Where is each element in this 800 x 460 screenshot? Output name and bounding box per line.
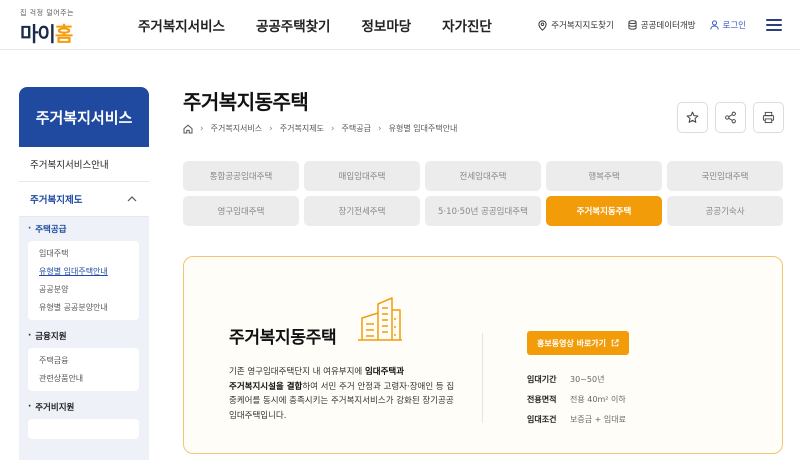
bullet-icon: ·	[28, 402, 32, 412]
sidebar-title: 주거복지서비스	[19, 87, 149, 147]
sidebar: 주거복지서비스 주거복지서비스안내 주거복지제도 · 주택공급 임대주택 유형별 …	[19, 87, 149, 460]
sidebar-sublist	[28, 419, 139, 439]
tab-public-dormitory[interactable]: 공공기숙사	[667, 196, 783, 226]
info-label: 임대조건	[527, 414, 557, 424]
tab-integrated-public-rental[interactable]: 통합공공임대주택	[183, 161, 299, 191]
housing-info-list: 임대기간 30~50년 전용면적 전용 40m² 이하 임대조건 보증금 + 임…	[527, 369, 626, 429]
card-title: 주거복지동주택	[229, 328, 337, 348]
sidebar-item-service-guide[interactable]: 주거복지서비스안내	[19, 147, 149, 182]
breadcrumb-separator: ›	[200, 123, 204, 134]
info-value: 30~50년	[570, 374, 605, 384]
external-link-icon	[611, 339, 619, 347]
sidebar-sublist: 주택금융 관련상품안내	[28, 348, 139, 391]
sidebar-item-welfare-system-label: 주거복지제도	[30, 195, 83, 206]
nav-info-board[interactable]: 정보마당	[361, 15, 411, 35]
map-pin-icon	[538, 19, 547, 31]
info-row-rental-terms: 임대조건 보증금 + 임대료	[527, 409, 626, 429]
housing-map-link[interactable]: 주거복지지도찾기	[538, 19, 614, 31]
desc-highlight: 주거복지시설을 결합	[229, 381, 303, 392]
nav-self-diagnosis[interactable]: 자가진단	[442, 15, 492, 35]
share-button[interactable]	[715, 102, 746, 133]
sidebar-item-welfare-system[interactable]: 주거복지제도	[19, 182, 149, 217]
main-nav: 주거복지서비스 공공주택찾기 정보마당 자가진단	[138, 0, 523, 50]
tab-happy-housing[interactable]: 행복주택	[546, 161, 662, 191]
sidebar-subitem-public-sale-types[interactable]: 유형별 공공분양안내	[39, 298, 139, 316]
breadcrumb-separator: ›	[269, 123, 273, 134]
logo-text-home: 홈	[54, 22, 73, 46]
card-divider	[482, 333, 483, 423]
sidebar-group-label: 주거비지원	[35, 403, 75, 413]
bullet-icon: ·	[28, 331, 32, 341]
bullet-icon: ·	[28, 224, 32, 234]
sidebar-subitem-related-products[interactable]: 관련상품안내	[39, 369, 139, 387]
info-value: 전용 40m² 이하	[570, 394, 626, 404]
tab-5-10-50-year-rental[interactable]: 5·10·50년 공공임대주택	[425, 196, 541, 226]
breadcrumb-item[interactable]: 주거복지제도	[280, 123, 324, 134]
printer-icon	[762, 111, 775, 124]
share-icon	[725, 111, 736, 124]
desc-highlight: 임대주택과	[364, 367, 405, 377]
login-link[interactable]: 로그인	[709, 19, 746, 31]
chevron-up-icon[interactable]	[127, 196, 137, 202]
database-icon	[628, 20, 637, 30]
sidebar-sublist: 임대주택 유형별 임대주택안내 공공분양 유형별 공공분양안내	[28, 241, 139, 320]
sidebar-group-label: 주택공급	[35, 225, 67, 235]
promo-video-label: 홍보동영상 바로가기	[537, 338, 607, 348]
tab-purchase-rental[interactable]: 매입임대주택	[304, 161, 420, 191]
star-icon	[686, 111, 699, 123]
info-label: 임대기간	[527, 374, 557, 384]
logo-text-ma-i: 마이	[20, 22, 56, 46]
housing-map-label: 주거복지지도찾기	[551, 21, 614, 31]
breadcrumb-item[interactable]: 유형별 임대주택안내	[389, 123, 458, 134]
open-data-label: 공공데이터개방	[640, 21, 696, 31]
promo-video-button[interactable]: 홍보동영상 바로가기	[527, 331, 630, 355]
nav-housing-welfare-service[interactable]: 주거복지서비스	[138, 15, 225, 35]
tab-long-term-jeonse[interactable]: 장기전세주택	[304, 196, 420, 226]
building-icon	[358, 297, 402, 341]
tab-welfare-complex-housing[interactable]: 주거복지동주택	[546, 196, 662, 226]
page-title: 주거복지동주택	[183, 90, 309, 114]
sidebar-group-housing-supply: · 주택공급 임대주택 유형별 임대주택안내 공공분양 유형별 공공분양안내	[19, 217, 149, 320]
breadcrumb-separator: ›	[330, 123, 335, 134]
breadcrumb-separator: ›	[377, 123, 382, 134]
housing-type-tabs: 통합공공임대주택 매입임대주택 전세임대주택 행복주택 국민임대주택 영구임대주…	[183, 161, 783, 226]
favorite-button[interactable]	[677, 102, 708, 133]
desc-text: 기존 영구임대주택단지 내 여유부지에	[229, 367, 365, 377]
page-actions	[670, 102, 784, 133]
breadcrumb-item[interactable]: 주거복지서비스	[211, 123, 263, 134]
hamburger-menu-icon[interactable]	[766, 19, 782, 31]
info-row-rental-period: 임대기간 30~50년	[527, 369, 626, 389]
breadcrumb: › 주거복지서비스 › 주거복지제도 › 주택공급 › 유형별 임대주택안내	[183, 123, 457, 134]
sidebar-subitem-housing-finance[interactable]: 주택금융	[39, 351, 139, 369]
user-icon	[709, 20, 719, 30]
sidebar-group-finance: · 금융지원 주택금융 관련상품안내	[19, 324, 149, 391]
sidebar-group-title[interactable]: · 주거비지원	[28, 395, 139, 419]
sidebar-group-title[interactable]: · 주택공급	[28, 217, 139, 241]
breadcrumb-item[interactable]: 주택공급	[342, 123, 371, 134]
nav-public-housing-search[interactable]: 공공주택찾기	[256, 15, 331, 35]
card-description: 기존 영구임대주택단지 내 여유부지에 임대주택과 주거복지시설을 결합하여 서민…	[229, 365, 459, 423]
print-button[interactable]	[753, 102, 784, 133]
login-label: 로그인	[722, 21, 746, 31]
site-logo[interactable]: 집 걱정 덜어주는 마이홈	[20, 8, 100, 46]
info-value: 보증금 + 임대료	[570, 414, 626, 424]
logo-wordmark: 마이홈	[20, 18, 73, 47]
site-header: 집 걱정 덜어주는 마이홈 주거복지서비스 공공주택찾기 정보마당 자가진단 주…	[0, 0, 800, 50]
home-icon[interactable]	[183, 124, 193, 134]
sidebar-subitem-rental-types[interactable]: 유형별 임대주택안내	[39, 262, 139, 280]
tab-jeonse-rental[interactable]: 전세임대주택	[425, 161, 541, 191]
sidebar-group-title[interactable]: · 금융지원	[28, 324, 139, 348]
tab-permanent-rental[interactable]: 영구임대주택	[183, 196, 299, 226]
sidebar-subitem-rental[interactable]: 임대주택	[39, 244, 139, 262]
sidebar-group-housing-cost: · 주거비지원	[19, 395, 149, 439]
info-row-floor-area: 전용면적 전용 40m² 이하	[527, 389, 626, 409]
housing-info-card: 주거복지동주택 기존 영구임대주택단지 내 여유부지에 임대주택과주거복지시설을…	[183, 256, 783, 454]
tab-national-rental[interactable]: 국민임대주택	[667, 161, 783, 191]
sidebar-subitem-public-sale[interactable]: 공공분양	[39, 280, 139, 298]
utility-menu: 주거복지지도찾기 공공데이터개방 로그인	[524, 0, 782, 50]
sidebar-group-label: 금융지원	[35, 332, 67, 342]
logo-tagline: 집 걱정 덜어주는	[20, 9, 75, 17]
open-data-link[interactable]: 공공데이터개방	[628, 19, 696, 31]
info-label: 전용면적	[527, 394, 557, 404]
